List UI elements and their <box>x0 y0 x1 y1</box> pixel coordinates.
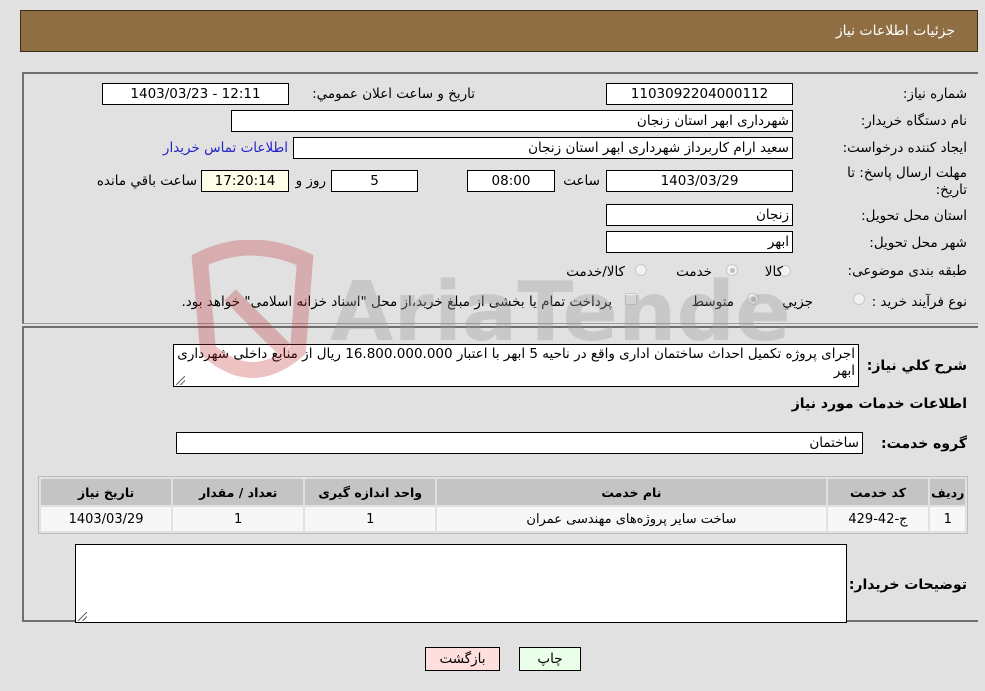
remaining-time-label: ساعت باقي مانده <box>96 173 197 189</box>
col-header-row-number: ردیف <box>930 479 965 505</box>
days-label: روز و <box>295 173 326 189</box>
need-number-field[interactable]: 1103092204000112 <box>606 83 793 105</box>
deadline-time-field[interactable]: 08:00 <box>467 170 555 192</box>
city-field[interactable]: ابهر <box>606 231 793 253</box>
purchase-radio-minor[interactable] <box>853 293 865 305</box>
buyer-org-label: نام دستگاه خريدار: <box>860 113 967 129</box>
resize-grip-icon[interactable] <box>78 612 87 621</box>
remaining-time-field: 17:20:14 <box>201 170 289 192</box>
deadline-time-label: ساعت <box>563 173 600 189</box>
cell-quantity: 1 <box>173 507 304 531</box>
category-radio-service[interactable] <box>726 264 738 276</box>
purchase-radio-medium[interactable] <box>747 293 759 305</box>
category-option-service: خدمت <box>676 264 712 280</box>
col-header-unit: واحد اندازه گیری <box>305 479 436 505</box>
city-label: شهر محل تحویل: <box>869 235 967 251</box>
description-text: اجرای پروژه تکمیل احداث ساختمان اداری وا… <box>177 346 855 379</box>
col-header-service-code: کد خدمت <box>827 479 929 505</box>
buyer-notes-label: توضیحات خریدار: <box>848 577 967 593</box>
services-table: ردیف کد خدمت نام خدمت واحد اندازه گیری ت… <box>38 476 968 534</box>
description-label: شرح كلي نياز: <box>866 358 967 374</box>
requester-field[interactable]: سعید ارام کاربرداز شهرداری ابهر استان زن… <box>293 137 793 159</box>
back-button[interactable]: بازگشت <box>425 647 500 671</box>
services-section-title: اطلاعات خدمات مورد نیاز <box>791 396 967 412</box>
col-header-service-name: نام خدمت <box>437 479 826 505</box>
deadline-label-2: تاریخ: <box>935 182 967 198</box>
page-title: جزئیات اطلاعات نیاز <box>835 23 955 39</box>
cell-row-number: 1 <box>930 507 965 531</box>
description-textarea[interactable]: اجرای پروژه تکمیل احداث ساختمان اداری وا… <box>173 344 859 387</box>
services-table-wrap: ردیف کد خدمت نام خدمت واحد اندازه گیری ت… <box>38 476 970 534</box>
category-option-goods: کالا <box>764 264 783 280</box>
service-group-field[interactable]: ساختمان <box>176 432 863 454</box>
cell-unit: 1 <box>305 507 436 531</box>
table-row: 1 ج-42-429 ساخت سایر پروژه‌های مهندسی عم… <box>41 507 965 531</box>
col-header-quantity: تعداد / مقدار <box>173 479 304 505</box>
deadline-label: مهلت ارسال پاسخ: تا <box>847 165 967 181</box>
table-header-row: ردیف کد خدمت نام خدمت واحد اندازه گیری ت… <box>41 479 965 505</box>
purchase-type-label: نوع فرآیند خرید : <box>871 294 967 310</box>
cell-need-date: 1403/03/29 <box>41 507 172 531</box>
cell-service-code: ج-42-429 <box>827 507 929 531</box>
need-number-label: شماره نیاز: <box>902 86 967 102</box>
deadline-date-field[interactable]: 1403/03/29 <box>606 170 793 192</box>
buyer-contact-link[interactable]: اطلاعات تماس خریدار <box>163 140 288 156</box>
page-header: جزئیات اطلاعات نیاز <box>20 10 978 52</box>
service-group-label: گروه خدمت: <box>881 436 967 452</box>
remaining-days-field[interactable]: 5 <box>331 170 418 192</box>
announce-datetime-field[interactable]: 1403/03/23 - 12:11 <box>102 83 289 105</box>
category-label: طبقه بندی موضوعی: <box>847 263 967 279</box>
resize-grip-icon[interactable] <box>176 376 185 385</box>
col-header-need-date: تاریخ نیاز <box>41 479 172 505</box>
buyer-org-field[interactable]: شهرداری ابهر استان زنجان <box>231 110 793 132</box>
print-button[interactable]: چاپ <box>519 647 581 671</box>
treasury-checkbox-label: پرداخت تمام یا بخشی از مبلغ خرید،از محل … <box>181 294 612 310</box>
requester-label: ایجاد کننده درخواست: <box>842 140 967 156</box>
province-field[interactable]: زنجان <box>606 204 793 226</box>
category-radio-goods-service[interactable] <box>635 264 647 276</box>
announce-datetime-label: تاریخ و ساعت اعلان عمومي: <box>312 86 475 102</box>
purchase-option-medium: متوسط <box>691 294 734 310</box>
treasury-checkbox[interactable] <box>625 293 637 305</box>
province-label: استان محل تحویل: <box>861 208 967 224</box>
purchase-option-minor: جزیي <box>782 294 813 310</box>
cell-service-name: ساخت سایر پروژه‌های مهندسی عمران <box>437 507 826 531</box>
buyer-notes-textarea[interactable] <box>75 544 847 623</box>
category-option-goods-service: کالا/خدمت <box>566 264 625 280</box>
